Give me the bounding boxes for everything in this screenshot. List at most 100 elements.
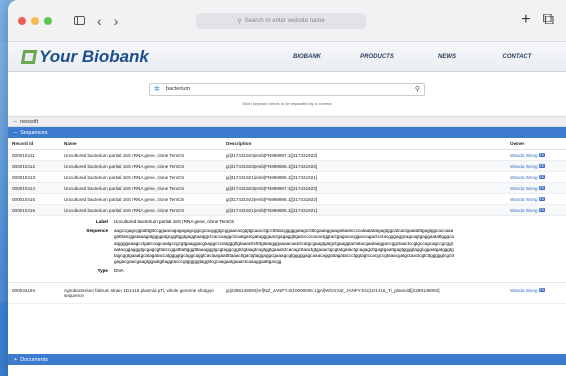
table-row[interactable]: 000010415 Uncultured bacterium partial 16… [8,193,566,205]
record-id: 000010415 [8,193,60,205]
expand-icon: + [14,356,18,363]
nav-products[interactable]: PRODUCTS [342,54,412,60]
group-header-neosoft[interactable]: – neosoft [8,116,566,127]
search-hint: Each keyword needs to be separated by a … [242,100,332,106]
record-id: 000034194 [8,282,60,304]
record-name: Uncultured bacterium partial 16S rRNA ge… [60,171,222,183]
detail-label-row: Label Uncultured bacterium partial 16S r… [12,219,562,225]
owner-link[interactable]: Wanda Wong [510,175,538,180]
documents-panel: + Documents [8,354,566,365]
record-id: 000010414 [8,182,60,194]
group-label: neosoft [20,118,39,125]
column-header[interactable]: Owner [506,138,566,150]
close-window-button[interactable] [18,16,26,25]
back-icon[interactable]: ‹ [97,13,102,29]
detail-value: DNA [114,268,124,274]
record-owner[interactable]: Wanda Wong ES [506,149,566,161]
sidebar-toggle-icon[interactable] [74,16,85,25]
owner-link[interactable]: Wanda Wong [510,153,538,158]
owner-badge: ES [538,197,546,202]
owner-link[interactable]: Wanda Wong [510,208,538,213]
record-owner[interactable]: Wanda Wong ES [506,182,566,194]
record-owner[interactable]: Wanda Wong ES [506,193,566,205]
record-name: Uncultured bacterium partial 16S rRNA ge… [60,160,222,172]
sequence-detail: Label Uncultured bacterium partial 16S r… [8,216,566,283]
record-id: 000010416 [8,204,60,216]
column-header[interactable]: Record id [8,138,60,150]
nav-news[interactable]: NEWS [412,54,482,60]
main-nav: BIOBANK PRODUCTS NEWS CONTACT [272,54,552,60]
nav-biobank[interactable]: BIOBANK [272,54,342,60]
logo-mark-icon [20,49,38,64]
record-description: gi|317431921|emb|FN999985.1|[317431921] [222,171,506,183]
nav-controls: ‹ › [74,13,118,29]
search-area: ✲ bacterium ⚲ Each keyword needs to be s… [8,72,566,116]
search-value: bacterium [165,86,191,92]
documents-panel-header[interactable]: + Documents [8,354,566,365]
address-bar-placeholder: Search or enter website name [244,18,325,24]
table-row[interactable]: 000010413 Uncultured bacterium partial 16… [8,171,566,183]
sequence-text: aagccgagcggtatttgttccggaacagagagagcggcgc… [114,228,454,265]
new-tab-icon[interactable]: + [521,11,530,29]
record-description: gi|2288146094|ref|NZ_JANPYJ010000005.1|g… [222,282,506,304]
site-logo[interactable]: Your Biobank [20,46,149,67]
nav-contact[interactable]: CONTACT [482,54,552,60]
collapse-icon: – [14,129,18,136]
record-description: gi|317431923|emb|FN999986.1|[317431923] [222,160,506,172]
record-owner[interactable]: Wanda Wong ES [506,171,566,183]
table-row[interactable]: 000034194 Agrobacterium fabrum strain 1D… [8,282,566,304]
search-icon[interactable]: ⚲ [415,85,420,93]
record-owner[interactable]: Wanda Wong ES [506,160,566,172]
record-name: Uncultured bacterium partial 16S rRNA ge… [60,182,222,194]
logo-text: Your Biobank [39,46,149,66]
record-description: gi|317431922|emb|FN999986.1|[317431922] [222,193,506,205]
tab-overview-icon[interactable]: ⧉ [543,11,554,29]
detail-key: Label [96,219,108,224]
owner-badge: ES [538,288,546,293]
forward-icon[interactable]: › [114,13,119,29]
sequences-panel-title: Sequences [20,129,48,136]
browser-window: ‹ › ⚲ Search or enter website name + ⧉ Y… [8,0,566,376]
column-header[interactable]: Name [60,138,222,150]
dna-icon: ✲ [154,86,160,93]
owner-link[interactable]: Wanda Wong [510,186,538,191]
record-description: gi|317431923|emb|FN999987.1|[317431923] [222,182,506,194]
tab-controls: + ⧉ [521,11,554,29]
detail-key: Sequence [86,228,108,234]
owner-link[interactable]: Wanda Wong [510,164,538,169]
record-description: gi|317431923|emb|FN999987.1|[317431923] [222,149,506,161]
address-bar[interactable]: ⚲ Search or enter website name [196,13,366,29]
record-owner[interactable]: Wanda Wong ES [506,282,566,304]
table-row[interactable]: 000010416 Uncultured bacterium partial 16… [8,204,566,216]
sequences-panel-header[interactable]: – Sequences [8,127,566,138]
sequences-table: Record id Name Description Owner 0000104… [8,138,566,216]
detail-type-row: Type DNA [12,268,562,274]
owner-link[interactable]: Wanda Wong [510,288,538,293]
owner-badge: ES [538,164,546,169]
record-name: Uncultured bacterium partial 16S rRNA ge… [60,149,222,161]
sequences-table-continued: 000034194 Agrobacterium fabrum strain 1D… [8,282,566,304]
record-name: Uncultured bacterium partial 16S rRNA ge… [60,204,222,216]
record-id: 000010411 [8,149,60,161]
detail-value: Uncultured bacterium partial 16S rRNA ge… [114,219,234,224]
site-header: Your Biobank BIOBANK PRODUCTS NEWS CONTA… [8,42,566,72]
zoom-window-button[interactable] [44,16,52,25]
owner-link[interactable]: Wanda Wong [510,197,538,202]
column-header[interactable]: Description [222,138,506,150]
table-row[interactable]: 000010412 Uncultured bacterium partial 16… [8,160,566,172]
owner-badge: ES [538,175,546,180]
table-row[interactable]: 000010414 Uncultured bacterium partial 16… [8,182,566,194]
record-name: Uncultured bacterium partial 16S rRNA ge… [60,193,222,205]
search-icon: ⚲ [237,18,242,25]
table-row[interactable]: 000010411 Uncultured bacterium partial 16… [8,149,566,161]
window-controls [18,16,52,25]
owner-badge: ES [538,186,546,191]
record-owner[interactable]: Wanda Wong ES [506,204,566,216]
minimize-window-button[interactable] [31,16,39,25]
browser-toolbar: ‹ › ⚲ Search or enter website name + ⧉ [8,0,566,42]
table-header-row: Record id Name Description Owner [8,138,566,150]
documents-panel-title: Documents [20,356,49,363]
keyword-search-input[interactable]: ✲ bacterium ⚲ [149,82,425,96]
owner-badge: ES [538,208,546,213]
record-name: Agrobacterium fabrum strain 1D1416 plasm… [60,282,222,304]
